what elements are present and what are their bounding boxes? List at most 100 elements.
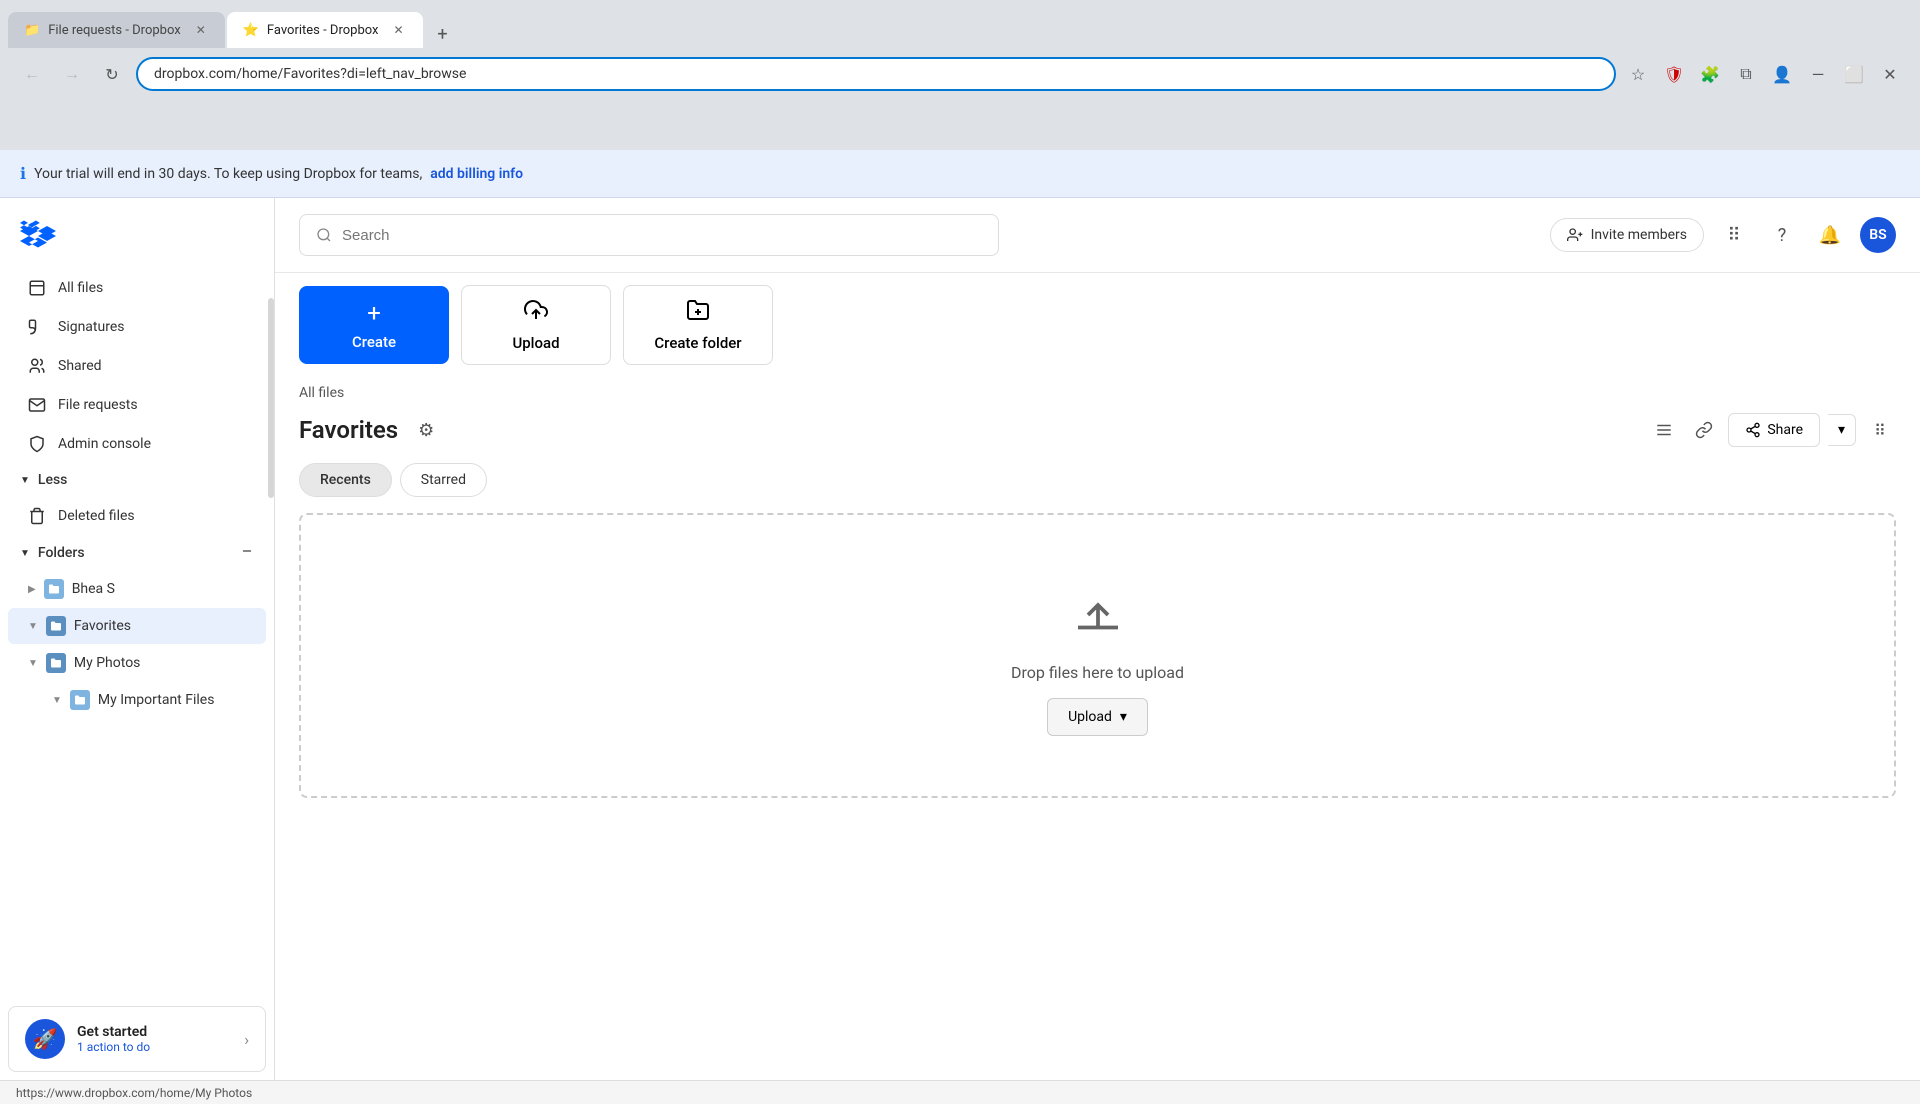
invite-members-label: Invite members	[1591, 227, 1687, 243]
upload-zone-label: Upload	[1068, 709, 1112, 725]
share-icon	[1745, 422, 1761, 438]
tab1-close-btn[interactable]: ✕	[193, 22, 209, 38]
breadcrumb: All files	[299, 385, 1896, 401]
my-photos-label: My Photos	[74, 655, 141, 671]
extensions-icon[interactable]: 🧩	[1696, 60, 1724, 88]
drop-upload-icon	[1068, 575, 1128, 647]
folders-section-header[interactable]: ▼ Folders	[0, 536, 274, 570]
folder-my-important-files[interactable]: ▼ My Important Files	[8, 682, 266, 718]
favorites-folder-label: Favorites	[74, 618, 131, 634]
split-view-icon[interactable]: ⧉	[1732, 60, 1760, 88]
sidebar-item-signatures[interactable]: Signatures	[8, 308, 266, 346]
sidebar-item-shared[interactable]: Shared	[8, 347, 266, 385]
less-label: Less	[38, 472, 67, 488]
sidebar-nav: All files Signatures Shared File request…	[0, 268, 274, 998]
trash-icon	[28, 507, 46, 525]
search-input[interactable]	[342, 227, 982, 244]
close-window-icon[interactable]: ✕	[1876, 60, 1904, 88]
back-button[interactable]: ←	[16, 58, 48, 90]
folder-my-photos[interactable]: ▼ My Photos	[8, 645, 266, 681]
deleted-files-label: Deleted files	[58, 508, 135, 524]
tab-recents[interactable]: Recents	[299, 463, 392, 497]
refresh-button[interactable]: ↻	[96, 58, 128, 90]
dropbox-logo[interactable]	[20, 218, 56, 254]
sidebar-logo-area	[0, 198, 274, 268]
page-title-row: Favorites ⚙ Share ▾ ⠿	[299, 413, 1896, 447]
create-folder-icon	[686, 298, 710, 328]
less-toggle[interactable]: ▼ Less	[0, 464, 274, 496]
favorites-folder-icon	[46, 616, 66, 636]
notifications-icon-button[interactable]: 🔔	[1812, 217, 1848, 253]
bhea-s-label: Bhea S	[72, 581, 115, 597]
folder-bhea-s[interactable]: ▶ Bhea S	[8, 571, 266, 607]
user-avatar[interactable]: BS	[1860, 217, 1896, 253]
share-button[interactable]: Share	[1728, 413, 1820, 447]
sidebar-scrollbar[interactable]	[268, 298, 274, 498]
person-add-icon	[1567, 227, 1583, 243]
file-requests-icon	[28, 396, 46, 414]
address-bar[interactable]: dropbox.com/home/Favorites?di=left_nav_b…	[136, 57, 1616, 91]
folders-label: Folders	[38, 545, 85, 561]
folders-collapse-btn[interactable]	[240, 544, 254, 562]
create-label: Create	[352, 333, 396, 351]
folder-favorites[interactable]: ▼ Favorites	[8, 608, 266, 644]
invite-members-button[interactable]: Invite members	[1550, 218, 1704, 252]
sidebar-item-deleted-files[interactable]: Deleted files	[8, 497, 266, 535]
share-dropdown-button[interactable]: ▾	[1828, 414, 1856, 446]
sidebar: All files Signatures Shared File request…	[0, 198, 275, 1080]
get-started-subtitle: 1 action to do	[77, 1040, 232, 1054]
all-files-icon	[28, 279, 46, 297]
create-button[interactable]: + Create	[299, 286, 449, 364]
address-text: dropbox.com/home/Favorites?di=left_nav_b…	[154, 66, 466, 82]
tab-favorites[interactable]: ⭐ Favorites - Dropbox ✕	[227, 12, 423, 48]
minimize-icon[interactable]: —	[1804, 60, 1832, 88]
sidebar-item-all-files[interactable]: All files	[8, 269, 266, 307]
get-started-text: Get started 1 action to do	[77, 1024, 232, 1054]
get-started-arrow-icon: ›	[244, 1030, 249, 1049]
get-started-title: Get started	[77, 1024, 232, 1040]
search-icon	[316, 227, 332, 243]
less-chevron-icon: ▼	[20, 475, 30, 486]
page-title: Favorites	[299, 416, 398, 444]
sidebar-item-file-requests[interactable]: File requests	[8, 386, 266, 424]
settings-gear-button[interactable]: ⚙	[410, 414, 442, 446]
get-started-widget[interactable]: 🚀 Get started 1 action to do ›	[8, 1006, 266, 1072]
grid-view-button[interactable]: ⠿	[1864, 414, 1896, 446]
address-bar-row: ← → ↻ dropbox.com/home/Favorites?di=left…	[0, 48, 1920, 100]
maximize-icon[interactable]: ⬜	[1840, 60, 1868, 88]
upload-button[interactable]: Upload	[461, 285, 611, 365]
help-icon-button[interactable]: ?	[1764, 217, 1800, 253]
tab-bar: 📁 File requests - Dropbox ✕ ⭐ Favorites …	[0, 0, 1920, 48]
main-content: Invite members ⠿ ? 🔔 BS + Create Upload	[275, 198, 1920, 1080]
all-files-label: All files	[58, 280, 103, 296]
create-icon: +	[367, 299, 381, 327]
tabs-row: Recents Starred	[299, 463, 1896, 497]
drop-zone[interactable]: Drop files here to upload Upload ▾	[299, 513, 1896, 798]
main-header: Invite members ⠿ ? 🔔 BS	[275, 198, 1920, 273]
bookmark-icon[interactable]: ☆	[1624, 60, 1652, 88]
create-folder-button[interactable]: Create folder	[623, 285, 773, 365]
list-view-button[interactable]	[1648, 414, 1680, 446]
shared-icon	[28, 357, 46, 375]
forward-button[interactable]: →	[56, 58, 88, 90]
my-important-files-label: My Important Files	[98, 692, 215, 708]
page-content: All files Favorites ⚙ Share ▾	[275, 377, 1920, 1080]
profile-icon[interactable]: 👤	[1768, 60, 1796, 88]
upload-zone-button[interactable]: Upload ▾	[1047, 698, 1148, 736]
billing-link[interactable]: add billing info	[430, 166, 523, 182]
new-tab-button[interactable]: +	[429, 20, 457, 48]
link-button[interactable]	[1688, 414, 1720, 446]
share-label: Share	[1767, 422, 1803, 438]
sidebar-item-admin-console[interactable]: Admin console	[8, 425, 266, 463]
status-bar: https://www.dropbox.com/home/My Photos	[0, 1080, 1920, 1104]
search-bar[interactable]	[299, 214, 999, 256]
tab-file-requests[interactable]: 📁 File requests - Dropbox ✕	[8, 12, 225, 48]
bhea-s-chevron-icon: ▶	[28, 584, 36, 595]
adblock-icon[interactable]: 🛡	[1660, 60, 1688, 88]
my-important-files-folder-icon	[70, 690, 90, 710]
get-started-rocket-icon: 🚀	[25, 1019, 65, 1059]
grid-icon-button[interactable]: ⠿	[1716, 217, 1752, 253]
my-photos-folder-icon	[46, 653, 66, 673]
tab-starred[interactable]: Starred	[400, 463, 487, 497]
tab2-close-btn[interactable]: ✕	[391, 22, 407, 38]
